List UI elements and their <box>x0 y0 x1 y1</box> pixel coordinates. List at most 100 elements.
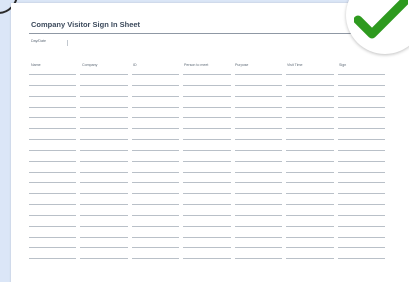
table-cell-line <box>29 204 77 205</box>
table-cell-line <box>131 214 180 216</box>
table-cell-line <box>131 106 180 108</box>
table-cell-line <box>183 128 231 130</box>
table-cell-line <box>80 193 128 195</box>
table-cell-line <box>80 95 128 97</box>
table-cell-line <box>80 160 128 162</box>
table-cell-line <box>183 95 231 97</box>
table-cell-line <box>29 117 77 119</box>
table-cell-line <box>286 236 334 238</box>
table-cell-line <box>286 225 334 227</box>
table-cell-line <box>29 84 77 86</box>
table-cell-line <box>234 225 283 227</box>
table-cell-line <box>183 182 231 184</box>
table-cell-line <box>286 117 334 119</box>
table-cell-line <box>131 247 180 249</box>
table-cell-line <box>286 204 334 205</box>
table-cell-line <box>131 74 180 75</box>
table-cell-line <box>337 160 385 162</box>
visitor-sign-in-sheet: Company Visitor Sign In Sheet Day/Date N… <box>11 3 409 282</box>
table-cell-line <box>183 84 231 86</box>
table-cell-line <box>286 74 334 75</box>
table-cell-line <box>29 171 77 173</box>
table-cell-line <box>131 128 180 130</box>
table-cell-line <box>183 139 231 140</box>
table-cell-line <box>183 117 231 119</box>
table-cell-line <box>337 182 385 184</box>
table-cell-line <box>29 95 77 97</box>
table-cell-line <box>80 204 128 205</box>
day-date-label: Day/Date <box>31 39 46 43</box>
table-cell-line <box>337 214 385 216</box>
table-cell-line <box>80 149 128 151</box>
table-cell-line <box>337 258 385 260</box>
table-cell-line <box>234 258 283 260</box>
table-cell-line <box>183 247 231 249</box>
table-cell-line <box>29 128 77 130</box>
table-header: Name Company ID Person to meet Purpose V… <box>29 63 389 73</box>
table-cell-line <box>80 214 128 216</box>
table-cell-line <box>337 193 385 195</box>
table-cell-line <box>337 236 385 238</box>
table-cell-line <box>234 139 283 140</box>
table-cell-line <box>29 160 77 162</box>
table-cell-line <box>234 171 283 173</box>
column-header-name: Name <box>31 63 41 67</box>
table-cell-line <box>183 204 231 205</box>
table-cell-line <box>29 182 77 184</box>
table-cell-line <box>183 106 231 108</box>
table-cell-line <box>337 225 385 227</box>
table-cell-line <box>234 204 283 205</box>
table-cell-line <box>80 225 128 227</box>
table-cell-line <box>131 95 180 97</box>
column-header-purpose: Purpose <box>235 63 249 67</box>
table-cell-line <box>234 84 283 86</box>
table-cell-line <box>131 204 180 205</box>
table-cell-line <box>29 139 77 140</box>
table-cell-line <box>183 160 231 162</box>
table-cell-line <box>286 95 334 97</box>
table-cell-line <box>286 128 334 130</box>
column-header-person-to-meet: Person to meet <box>184 63 209 67</box>
table-cell-line <box>286 258 334 260</box>
table-cell-line <box>234 160 283 162</box>
table-cell-line <box>286 160 334 162</box>
table-cell-line <box>234 128 283 130</box>
table-cell-line <box>29 214 77 216</box>
table-cell-line <box>80 117 128 119</box>
table-cell-line <box>80 247 128 249</box>
table-cell-line <box>337 95 385 97</box>
table-cell-line <box>234 214 283 216</box>
screenshot-stage: Company Visitor Sign In Sheet Day/Date N… <box>0 0 409 282</box>
table-cell-line <box>234 236 283 238</box>
table-cell-line <box>286 106 334 108</box>
column-header-company: Company <box>82 63 98 67</box>
table-cell-line <box>183 74 231 75</box>
table-cell-line <box>29 149 77 151</box>
table-cell-line <box>131 171 180 173</box>
table-cell-line <box>337 247 385 249</box>
table-cell-line <box>234 149 283 151</box>
column-header-sign: Sign <box>339 63 347 67</box>
table-cell-line <box>131 117 180 119</box>
table-cell-line <box>183 214 231 216</box>
table-cell-line <box>234 247 283 249</box>
table-cell-line <box>29 258 77 260</box>
table-cell-line <box>286 247 334 249</box>
table-cell-line <box>286 139 334 140</box>
table-cell-line <box>183 171 231 173</box>
table-cell-line <box>131 84 180 86</box>
table-cell-line <box>337 117 385 119</box>
table-cell-line <box>80 139 128 140</box>
table-cell-line <box>29 247 77 249</box>
table-cell-line <box>131 149 180 151</box>
column-header-visit-time: Visit Time <box>287 63 303 67</box>
table-cell-line <box>234 182 283 184</box>
table-cell-line <box>131 258 180 260</box>
visitor-table-body <box>29 74 389 269</box>
table-cell-line <box>29 225 77 227</box>
table-cell-line <box>337 204 385 205</box>
table-cell-line <box>337 74 385 75</box>
table-cell-line <box>80 84 128 86</box>
table-cell-line <box>29 193 77 195</box>
table-cell-line <box>286 214 334 216</box>
